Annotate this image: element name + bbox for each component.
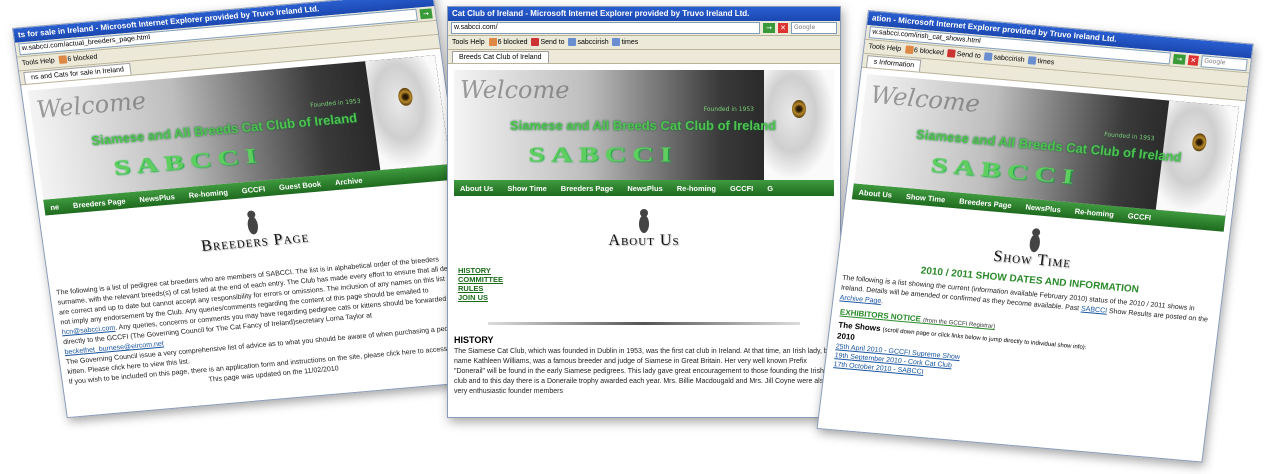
content: The following is a list of pedigree cat … xyxy=(50,253,484,399)
link-rules[interactable]: RULES xyxy=(458,284,840,293)
nav-item[interactable]: ne xyxy=(50,202,60,212)
page-title: About Us xyxy=(608,232,680,249)
stop-button[interactable]: ✕ xyxy=(778,23,788,33)
nav-item-gccfi[interactable]: GCCFI xyxy=(241,184,266,195)
address-bar: w.sabcci.com/ → ✕ Google xyxy=(448,21,840,36)
send-to-button[interactable]: Send to xyxy=(956,51,981,60)
bookmark-icon xyxy=(612,38,621,47)
cat-silhouette-icon xyxy=(1029,228,1040,253)
bookmark-times[interactable]: times xyxy=(1037,58,1055,66)
nav-item-breeders[interactable]: Breeders Page xyxy=(561,184,614,193)
sabcci-logo-text: SABCCI xyxy=(528,143,678,167)
site-nav: About Us Show Time Breeders Page NewsPlu… xyxy=(454,180,834,196)
link-committee[interactable]: COMMITTEE xyxy=(458,275,840,284)
cat-photo xyxy=(365,55,451,171)
nav-item-rehoming[interactable]: Re-homing xyxy=(1074,206,1114,218)
tab-bar: Breeds Cat Club of Ireland xyxy=(448,50,840,64)
archive-page-link[interactable]: Archive Page xyxy=(839,294,881,305)
history-heading: HISTORY xyxy=(454,335,494,345)
sabcci-logo-text: SABCCI xyxy=(111,143,265,180)
menu-items[interactable]: Tools Help xyxy=(452,39,485,46)
screenshot-show-time: ation - Microsoft Internet Explorer prov… xyxy=(816,10,1254,463)
nav-item-rehoming[interactable]: Re-homing xyxy=(677,184,716,193)
nav-item-archive[interactable]: Archive xyxy=(334,175,363,186)
founded-text: Founded in 1953 xyxy=(1103,131,1155,143)
page-tab[interactable]: s Information xyxy=(866,55,922,72)
nav-item-breeders[interactable]: Breeders Page xyxy=(959,196,1012,210)
history-paragraph: The Siamese Cat Club, which was founded … xyxy=(454,348,832,395)
nav-item-gccfi[interactable]: GCCFI xyxy=(1127,211,1151,222)
send-to-icon xyxy=(531,38,540,47)
search-input[interactable]: Google xyxy=(1200,55,1248,72)
cat-silhouette-icon xyxy=(247,210,258,235)
nav-item-gccfi[interactable]: GCCFI xyxy=(730,184,753,193)
popup-blocked-count[interactable]: 6 blocked xyxy=(67,54,98,64)
popup-blocker-icon xyxy=(488,38,497,47)
screenshot-breeders-page: ts for sale in Ireland - Microsoft Inter… xyxy=(12,0,488,419)
bookmark-sabccirish[interactable]: sabccirish xyxy=(577,39,608,46)
bookmark-icon xyxy=(568,38,577,47)
popup-blocker-icon xyxy=(57,55,68,65)
link-history[interactable]: HISTORY xyxy=(458,266,840,275)
nav-item-newsplus[interactable]: NewsPlus xyxy=(627,184,662,193)
nav-item-more[interactable]: G xyxy=(767,184,773,193)
window-title: Cat Club of Ireland - Microsoft Internet… xyxy=(448,7,840,21)
founded-text: Founded in 1953 xyxy=(309,97,362,110)
founded-text: Founded in 1953 xyxy=(703,106,754,113)
sabcci-link[interactable]: SABCCI xyxy=(1081,306,1108,315)
stop-button[interactable]: ✕ xyxy=(1187,55,1199,66)
nav-item-breeders[interactable]: Breeders Page xyxy=(72,196,126,209)
cat-eye xyxy=(1191,132,1208,152)
bookmark-sabccirish[interactable]: sabccirish xyxy=(993,54,1025,64)
welcome-text: Welcome xyxy=(869,80,982,118)
menu-items[interactable]: Tools Help xyxy=(22,57,56,67)
go-button[interactable]: → xyxy=(763,23,775,33)
cat-silhouette-icon xyxy=(639,209,649,233)
popup-blocked-count[interactable]: 6 blocked xyxy=(914,47,945,57)
club-name: Siamese and All Breeds Cat Club of Irela… xyxy=(510,118,777,133)
divider xyxy=(488,322,800,325)
link-join-us[interactable]: JOIN US xyxy=(458,293,840,302)
nav-item-newsplus[interactable]: NewsPlus xyxy=(1025,202,1061,214)
welcome-text: Welcome xyxy=(460,76,570,104)
cat-eye xyxy=(397,87,414,107)
nav-item-about[interactable]: About Us xyxy=(460,184,493,193)
nav-item-showtime[interactable]: Show Time xyxy=(905,191,945,203)
send-to-button[interactable]: Send to xyxy=(540,39,564,46)
popup-blocked-count[interactable]: 6 blocked xyxy=(498,39,528,46)
site-banner: Welcome Founded in 1953 Siamese and All … xyxy=(454,70,834,180)
nav-item-showtime[interactable]: Show Time xyxy=(507,184,546,193)
address-input[interactable]: w.sabcci.com/ xyxy=(451,22,760,34)
menu-items[interactable]: Tools Help xyxy=(868,43,901,53)
club-name: Siamese and All Breeds Cat Club of Irela… xyxy=(90,110,358,149)
welcome-text: Welcome xyxy=(34,86,148,124)
menu-bar: Tools Help 6 blocked Send to sabccirish … xyxy=(448,36,840,50)
search-input[interactable]: Google xyxy=(791,22,837,34)
nav-item-newsplus[interactable]: NewsPlus xyxy=(139,192,176,204)
nav-item-about[interactable]: About Us xyxy=(858,187,892,199)
popup-blocker-icon xyxy=(904,45,914,55)
bookmark-times[interactable]: times xyxy=(621,39,638,46)
page-tab[interactable]: Breeds Cat Club of Ireland xyxy=(452,51,549,63)
go-button[interactable]: → xyxy=(419,8,433,20)
cat-eye xyxy=(792,100,806,118)
nav-item-rehoming[interactable]: Re-homing xyxy=(188,187,228,199)
section-links: HISTORY COMMITTEE RULES JOIN US xyxy=(458,266,840,302)
go-button[interactable]: → xyxy=(1172,53,1186,65)
page-heading-area: About Us xyxy=(448,206,840,250)
nav-item-guestbook[interactable]: Guest Book xyxy=(278,179,321,192)
screenshot-about-us: Cat Club of Ireland - Microsoft Internet… xyxy=(447,6,841,418)
sabcci-logo-text: SABCCI xyxy=(929,153,1081,190)
